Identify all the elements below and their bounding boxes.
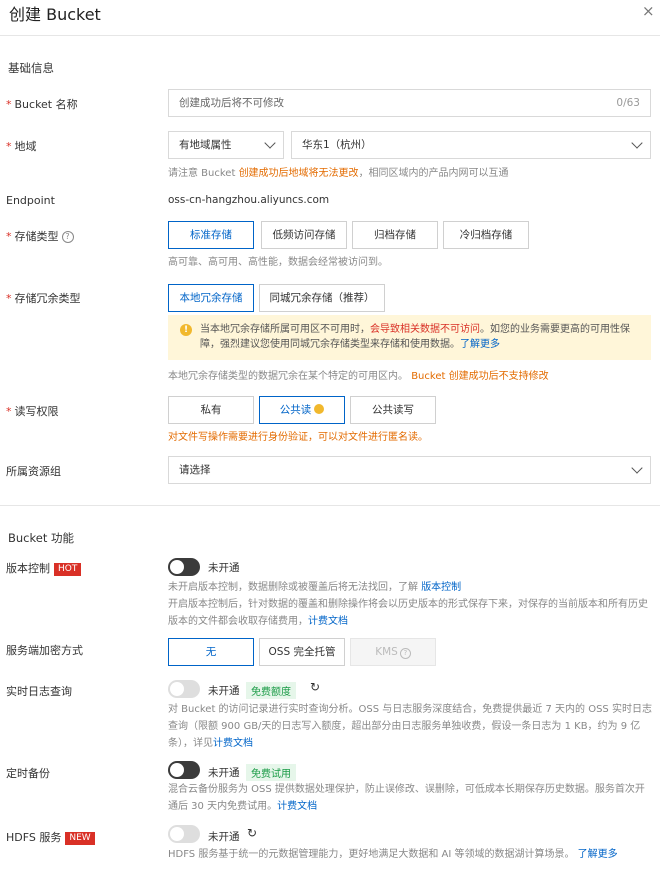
- learn-more-link[interactable]: 了解更多: [460, 339, 500, 350]
- resource-group-select[interactable]: 请选择: [168, 456, 651, 484]
- endpoint-label: Endpoint: [6, 194, 55, 207]
- refresh-icon[interactable]: ↻: [247, 826, 257, 840]
- warning-icon: !: [180, 324, 192, 336]
- hdfs-desc: HDFS 服务基于统一的元数据管理能力，更好地满足大数据和 AI 等领域的数据湖…: [168, 849, 618, 860]
- region-attribute-select[interactable]: 有地域属性: [168, 131, 284, 159]
- hdfs-label: HDFS 服务 NEW: [6, 829, 95, 845]
- region-attribute-value: 有地域属性: [179, 139, 232, 151]
- warning-dot-icon: [314, 404, 325, 414]
- storage-class-standard[interactable]: 标准存储: [168, 221, 254, 249]
- toggle-knob: [170, 682, 184, 696]
- versioning-toggle[interactable]: [168, 558, 200, 576]
- realtime-log-state: 未开通: [208, 685, 240, 697]
- backup-toggle[interactable]: [168, 761, 200, 779]
- acl-private[interactable]: 私有: [168, 396, 254, 424]
- dialog-title: 创建 Bucket: [9, 5, 101, 24]
- versioning-link[interactable]: 版本控制: [421, 582, 461, 593]
- backup-desc: 混合云备份服务为 OSS 提供数据处理保护，防止误修改、误删除，可低成本长期保存…: [168, 784, 645, 812]
- acl-label: * 读写权限: [6, 405, 59, 418]
- backup-billing-link[interactable]: 计费文档: [277, 801, 317, 812]
- bucket-name-placeholder: 创建成功后将不可修改: [179, 97, 284, 109]
- hdfs-toggle[interactable]: [168, 825, 200, 843]
- region-value: 华东1（杭州）: [302, 139, 372, 151]
- hdfs-learn-more-link[interactable]: 了解更多: [578, 849, 618, 860]
- storage-class-ia[interactable]: 低频访问存储: [261, 221, 347, 249]
- storage-class-archive[interactable]: 归档存储: [352, 221, 438, 249]
- refresh-icon[interactable]: ↻: [310, 680, 320, 694]
- bucket-name-input[interactable]: 创建成功后将不可修改 0/63: [168, 89, 651, 117]
- encryption-kms: KMS?: [350, 638, 436, 666]
- encryption-none[interactable]: 无: [168, 638, 254, 666]
- bucket-name-counter: 0/63: [616, 97, 640, 109]
- chevron-down-icon: [631, 462, 643, 474]
- help-icon: ?: [399, 648, 411, 659]
- encryption-label: 服务端加密方式: [6, 644, 83, 657]
- region-label: * 地域: [6, 140, 37, 153]
- toggle-knob: [170, 763, 184, 777]
- free-quota-tag: 免费额度: [246, 682, 296, 699]
- acl-public-read[interactable]: 公共读: [259, 396, 345, 424]
- toggle-knob: [170, 560, 184, 574]
- resource-group-label: 所属资源组: [6, 465, 61, 478]
- help-icon[interactable]: ?: [61, 231, 74, 243]
- close-icon[interactable]: ×: [642, 2, 655, 20]
- versioning-state: 未开通: [208, 562, 240, 574]
- section-features-title: Bucket 功能: [8, 531, 74, 545]
- realtime-log-billing-link[interactable]: 计费文档: [213, 738, 253, 749]
- storage-class-hint: 高可靠、高可用、高性能，数据会经常被访问到。: [168, 257, 388, 268]
- realtime-log-toggle[interactable]: [168, 680, 200, 698]
- toggle-knob: [170, 827, 184, 841]
- backup-state: 未开通: [208, 767, 240, 779]
- header-divider: [0, 35, 660, 36]
- acl-hint: 对文件写操作需要进行身份验证，可以对文件进行匿名读。: [168, 432, 428, 443]
- section-divider: [0, 505, 660, 506]
- versioning-desc: 未开启版本控制，数据删除或被覆盖后将无法找回，了解 版本控制 开启版本控制后，针…: [168, 582, 648, 627]
- bucket-name-label: * Bucket 名称: [6, 98, 78, 111]
- new-badge: NEW: [65, 832, 95, 845]
- acl-public-read-write[interactable]: 公共读写: [350, 396, 436, 424]
- resource-group-placeholder: 请选择: [179, 464, 211, 476]
- chevron-down-icon: [264, 137, 276, 149]
- versioning-billing-link[interactable]: 计费文档: [308, 616, 348, 627]
- free-trial-tag: 免费试用: [246, 764, 296, 781]
- hot-badge: HOT: [54, 563, 82, 576]
- redundancy-notice: ! 当本地冗余存储所属可用区不可用时，会导致相关数据不可访问。如您的业务需要更高…: [168, 315, 651, 360]
- region-hint: 请注意 Bucket 创建成功后地域将无法更改，相同区域内的产品内网可以互通: [168, 168, 509, 179]
- section-basic-title: 基础信息: [8, 61, 54, 75]
- endpoint-value: oss-cn-hangzhou.aliyuncs.com: [168, 194, 330, 206]
- redundancy-hint: 本地冗余存储类型的数据冗余在某个特定的可用区内。 Bucket 创建成功后不支持…: [168, 371, 549, 382]
- hdfs-state: 未开通: [208, 831, 240, 843]
- versioning-label: 版本控制 HOT: [6, 560, 82, 576]
- storage-class-cold-archive[interactable]: 冷归档存储: [443, 221, 529, 249]
- redundancy-lrs[interactable]: 本地冗余存储: [168, 284, 254, 312]
- chevron-down-icon: [631, 137, 643, 149]
- realtime-log-label: 实时日志查询: [6, 685, 72, 698]
- encryption-oss-managed[interactable]: OSS 完全托管: [259, 638, 345, 666]
- backup-label: 定时备份: [6, 767, 50, 780]
- storage-class-label: * 存储类型?: [6, 228, 74, 244]
- redundancy-label: * 存储冗余类型: [6, 292, 81, 305]
- redundancy-zrs[interactable]: 同城冗余存储（推荐）: [259, 284, 385, 312]
- region-select[interactable]: 华东1（杭州）: [291, 131, 651, 159]
- realtime-log-desc: 对 Bucket 的访问记录进行实时查询分析。OSS 与日志服务深度结合，免费提…: [168, 704, 652, 749]
